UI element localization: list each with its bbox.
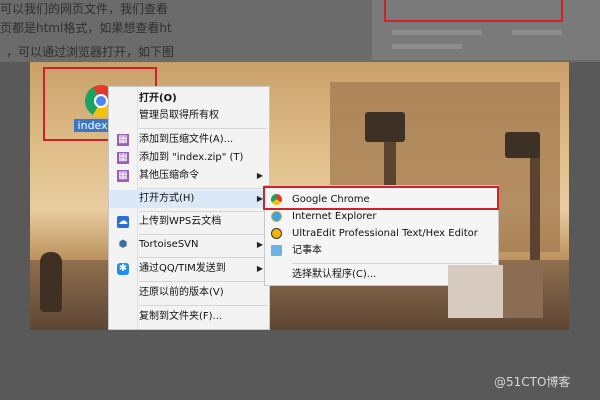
menu-item-add-to-archive[interactable]: ▦ 添加到压缩文件(A)... [109, 131, 269, 149]
submenu-arrow-icon: ▶ [256, 240, 263, 249]
qq-icon: ✱ [117, 263, 129, 275]
menu-item-other-compress[interactable]: ▦ 其他压缩命令 ▶ [109, 167, 269, 185]
tortoise-icon: ⬢ [118, 239, 128, 250]
blurred-line [392, 44, 462, 49]
blurred-line [512, 30, 562, 35]
submenu-item-notepad[interactable]: 记事本 [265, 242, 498, 259]
street-lamp [365, 112, 405, 142]
archive-icon: ▦ [117, 152, 129, 164]
menu-item-open-with[interactable]: 打开方式(H) ▶ [109, 190, 269, 208]
notepad-icon [271, 245, 282, 256]
street-lamp [505, 132, 540, 158]
watermark: @51CTO博客 [494, 375, 571, 389]
person-silhouette [40, 252, 62, 312]
article-strip: 可以我们的网页文件，我们查看 页都是html格式，如果想查看ht ，可以通过浏览… [0, 0, 600, 62]
blurred-line [392, 30, 482, 35]
chrome-highlight-box [263, 186, 499, 210]
menu-item-tortoisesvn[interactable]: ⬢ TortoiseSVN ▶ [109, 236, 269, 254]
wps-cloud-icon: ☁ [117, 216, 129, 228]
menu-item-copy-to-folder[interactable]: 复制到文件夹(F)... [109, 308, 269, 326]
submenu-item-ultraedit[interactable]: UltraEdit Professional Text/Hex Editor [265, 225, 498, 242]
ultraedit-icon [271, 228, 282, 239]
menu-item-send-qq[interactable]: ✱ 通过QQ/TIM发送到 ▶ [109, 260, 269, 278]
previous-screenshot [372, 0, 600, 60]
menu-item-restore-versions[interactable]: 还原以前的版本(V) [109, 284, 269, 302]
archive-icon: ▦ [117, 134, 129, 146]
menu-item-add-to-zip[interactable]: ▦ 添加到 "index.zip" (T) [109, 149, 269, 167]
menu-item-take-ownership[interactable]: 管理员取得所有权 [109, 107, 269, 125]
menu-item-upload-wps[interactable]: ☁ 上传到WPS云文档 [109, 213, 269, 231]
menu-item-open[interactable]: 打开(O) [109, 90, 269, 108]
article-line: 可以我们的网页文件，我们查看 [0, 2, 169, 16]
ie-icon [271, 211, 282, 222]
blur-patch [448, 265, 543, 318]
submenu-item-internet-explorer[interactable]: Internet Explorer [265, 208, 498, 225]
highlight-box [384, 0, 563, 22]
article-line: ，可以通过浏览器打开，如下图 [6, 45, 175, 59]
article-line: 页都是html格式，如果想查看ht [0, 21, 172, 35]
archive-icon: ▦ [117, 170, 129, 182]
context-menu: 打开(O) 管理员取得所有权 ▦ 添加到压缩文件(A)... ▦ 添加到 "in… [108, 86, 270, 330]
submenu-arrow-icon: ▶ [256, 171, 263, 180]
submenu-arrow-icon: ▶ [256, 264, 263, 273]
